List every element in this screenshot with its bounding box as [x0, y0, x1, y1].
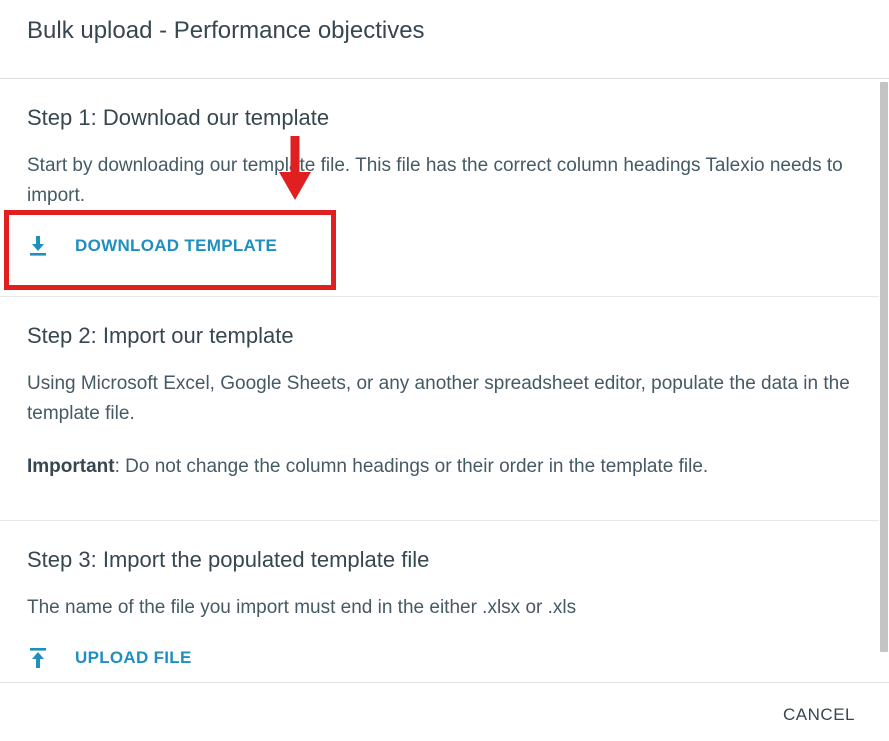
- step-3-text: The name of the file you import must end…: [27, 597, 577, 618]
- upload-file-button[interactable]: UPLOAD FILE: [27, 638, 192, 678]
- step-3-section: Step 3: Import the populated template fi…: [0, 521, 879, 682]
- step-1-text: Start by downloading our template file. …: [27, 155, 843, 206]
- dialog-body: Step 1: Download our template Start by d…: [0, 79, 889, 682]
- important-text: : Do not change the column headings or t…: [114, 456, 709, 477]
- step-1-title: Step 1: Download our template: [27, 105, 330, 130]
- upload-file-label: UPLOAD FILE: [75, 648, 192, 667]
- upload-icon: [27, 647, 49, 669]
- annotation-arrow-icon: [279, 136, 311, 200]
- important-label: Important: [27, 456, 115, 477]
- scrollbar-track[interactable]: [879, 79, 889, 682]
- step-2-section: Step 2: Import our template Using Micros…: [0, 297, 879, 521]
- cancel-button[interactable]: CANCEL: [783, 705, 855, 725]
- step-2-important: Important: Do not change the column head…: [27, 452, 857, 482]
- dialog-footer: CANCEL: [0, 682, 889, 741]
- dialog-header: Bulk upload - Performance objectives: [0, 0, 889, 79]
- step-2-title: Step 2: Import our template: [27, 323, 294, 348]
- step-2-text: Using Microsoft Excel, Google Sheets, or…: [27, 373, 850, 424]
- annotation-highlight-box: [4, 210, 336, 290]
- scrollbar-thumb[interactable]: [880, 82, 888, 652]
- step-3-title: Step 3: Import the populated template fi…: [27, 547, 430, 572]
- dialog-title: Bulk upload - Performance objectives: [27, 17, 425, 44]
